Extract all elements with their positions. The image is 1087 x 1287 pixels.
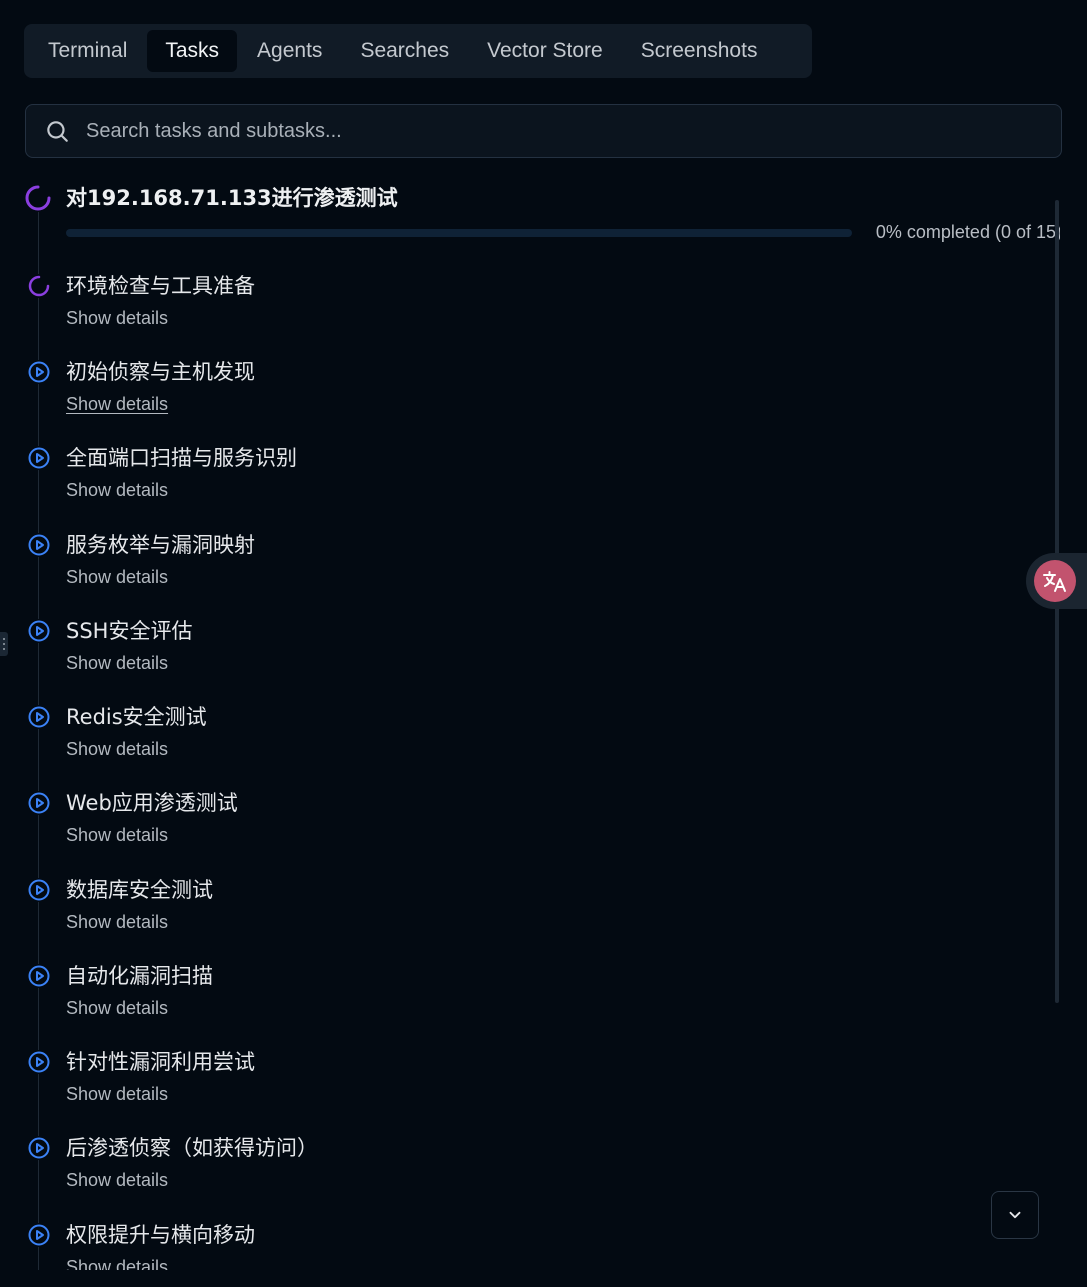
subtask-item: 数据库安全测试 Show details: [0, 874, 700, 960]
play-circle-icon: [27, 964, 51, 988]
show-details-link[interactable]: Show details: [66, 739, 168, 760]
translate-widget: [1026, 553, 1087, 609]
subtask-item: 服务枚举与漏洞映射 Show details: [0, 529, 700, 615]
subtask-name: 权限提升与横向移动: [66, 1223, 255, 1247]
spinner-icon: [27, 274, 51, 298]
play-circle-icon: [27, 360, 51, 384]
subtask-item: 环境检查与工具准备 Show details: [0, 270, 700, 356]
show-details-link[interactable]: Show details: [66, 998, 168, 1019]
progress-text: 0% completed (0 of 15): [875, 222, 1060, 242]
subtask-item: 针对性漏洞利用尝试 Show details: [0, 1046, 700, 1132]
play-circle-icon: [27, 878, 51, 902]
show-details-link[interactable]: Show details: [66, 308, 168, 329]
play-circle-icon: [27, 446, 51, 470]
subtask-name: 数据库安全测试: [66, 878, 213, 902]
show-details-link[interactable]: Show details: [66, 394, 168, 415]
subtask-name: 针对性漏洞利用尝试: [66, 1050, 255, 1074]
subtask-name: 服务枚举与漏洞映射: [66, 533, 255, 557]
play-circle-icon: [27, 1223, 51, 1247]
subtask-name: 初始侦察与主机发现: [66, 360, 255, 384]
chevron-down-icon: [1009, 1211, 1021, 1219]
show-details-link[interactable]: Show details: [66, 567, 168, 588]
search-icon: [47, 121, 68, 142]
show-details-link[interactable]: Show details: [66, 1257, 168, 1270]
show-details-link[interactable]: Show details: [66, 825, 168, 846]
show-details-link[interactable]: Show details: [66, 653, 168, 674]
subtask-name: 环境检查与工具准备: [66, 274, 255, 298]
subtask-name: 自动化漏洞扫描: [66, 964, 213, 988]
subtask-item: Redis安全测试 Show details: [0, 701, 700, 787]
progress-bar: [66, 229, 852, 237]
subtask-name: 后渗透侦察（如获得访问）: [66, 1136, 318, 1160]
tab-bar: Terminal Tasks Agents Searches Vector St…: [24, 24, 812, 78]
show-details-link[interactable]: Show details: [66, 1170, 168, 1191]
translate-icon: [1043, 571, 1066, 592]
subtask-item: SSH安全评估 Show details: [0, 615, 700, 701]
play-circle-icon: [27, 1050, 51, 1074]
scroll-down-button[interactable]: [991, 1191, 1039, 1239]
subtask-item: 初始侦察与主机发现 Show details: [0, 356, 700, 442]
play-circle-icon: [27, 791, 51, 815]
subtask-item: 自动化漏洞扫描 Show details: [0, 960, 700, 1046]
subtask-item: 权限提升与横向移动 Show details: [0, 1219, 700, 1270]
search-input[interactable]: [86, 105, 1061, 157]
translate-button[interactable]: [1034, 560, 1076, 602]
subtask-name: Redis安全测试: [66, 705, 207, 729]
show-details-link[interactable]: Show details: [66, 480, 168, 501]
tasks-panel: Terminal Tasks Agents Searches Vector St…: [0, 0, 1087, 1287]
play-circle-icon: [27, 533, 51, 557]
main-task-title: 对192.168.71.133进行渗透测试: [66, 186, 398, 210]
show-details-link[interactable]: Show details: [66, 1084, 168, 1105]
tab-tasks[interactable]: Tasks: [147, 30, 238, 72]
subtask-item: Web应用渗透测试 Show details: [0, 787, 700, 873]
subtask-name: Web应用渗透测试: [66, 791, 238, 815]
play-circle-icon: [27, 1136, 51, 1160]
main-task: 对192.168.71.133进行渗透测试 0% completed (0 of…: [0, 170, 1060, 250]
tab-terminal[interactable]: Terminal: [30, 30, 145, 72]
show-details-link[interactable]: Show details: [66, 912, 168, 933]
play-circle-icon: [27, 705, 51, 729]
subtask-item: 全面端口扫描与服务识别 Show details: [0, 442, 700, 528]
tab-agents[interactable]: Agents: [239, 30, 340, 72]
tab-screenshots[interactable]: Screenshots: [623, 30, 776, 72]
subtask-item: 后渗透侦察（如获得访问） Show details: [0, 1132, 700, 1218]
tab-searches[interactable]: Searches: [342, 30, 467, 72]
spinner-icon: [25, 185, 51, 211]
task-list: 对192.168.71.133进行渗透测试 0% completed (0 of…: [0, 170, 1060, 1270]
subtask-name: SSH安全评估: [66, 619, 193, 643]
search-box: [25, 104, 1062, 158]
drag-handle-icon[interactable]: [0, 632, 8, 656]
subtask-name: 全面端口扫描与服务识别: [66, 446, 297, 470]
tab-vector-store[interactable]: Vector Store: [469, 30, 621, 72]
play-circle-icon: [27, 619, 51, 643]
